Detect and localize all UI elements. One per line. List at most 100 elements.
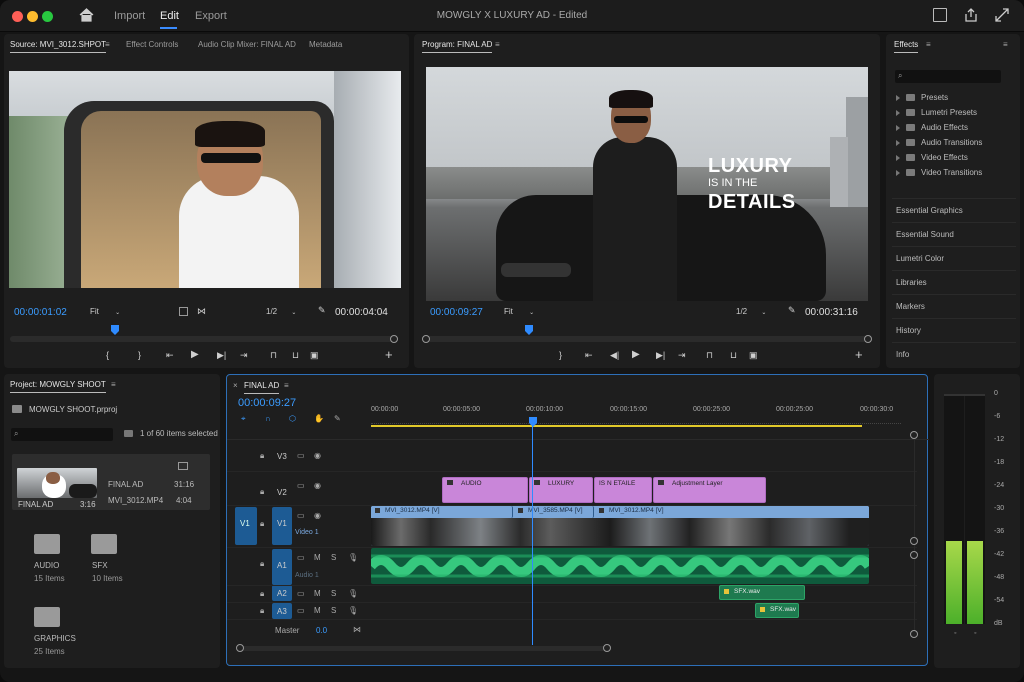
fullscreen-icon[interactable] <box>995 8 1009 22</box>
solo-button[interactable]: S <box>331 606 336 615</box>
program-fit-select[interactable]: Fit ⌄ <box>504 307 534 316</box>
close-sequence-icon[interactable]: × <box>233 381 238 390</box>
audio-bin-icon[interactable] <box>34 534 60 554</box>
timeline-timecode[interactable]: 00:00:09:27 <box>238 397 296 409</box>
tab-program[interactable]: Program: FINAL AD <box>422 40 493 53</box>
lock-icon[interactable]: 🔒︎ <box>260 606 264 616</box>
v1-clip-2[interactable]: MVI_3585.MP4 [V] <box>514 506 594 518</box>
section-lumetri-color[interactable]: Lumetri Color <box>892 247 1016 271</box>
source-zoom-handle[interactable] <box>390 335 398 343</box>
step-forward-icon[interactable]: ▶| <box>217 350 226 361</box>
v2-clip-luxury[interactable]: LUXURY <box>529 477 593 503</box>
effects-folder-presets[interactable]: Presets <box>896 90 1014 105</box>
a3-sfx-clip[interactable]: SFX.wav <box>755 603 799 618</box>
lift-icon[interactable]: ⊓ <box>706 350 713 361</box>
mute-button[interactable]: M <box>314 606 321 615</box>
insert-button-icon[interactable]: ⊓ <box>270 350 277 361</box>
play-icon[interactable]: ▶ <box>632 349 640 360</box>
vscroll-handle-mid2[interactable] <box>910 551 918 559</box>
tab-metadata[interactable]: Metadata <box>309 40 342 49</box>
timeline-ruler[interactable]: 00:00:00 00:00:05:00 00:00:10:00 00:00:1… <box>371 406 901 418</box>
section-history[interactable]: History <box>892 319 1016 343</box>
track-v2-label[interactable]: V2 <box>277 488 287 497</box>
program-video-frame[interactable]: LUXURY IS IN THE DETAILS <box>426 67 868 301</box>
safe-margins-icon[interactable] <box>179 307 188 316</box>
add-button-icon[interactable]: + <box>385 347 393 362</box>
item-final-ad-name[interactable]: FINAL AD <box>108 480 143 489</box>
vertical-scrollbar[interactable] <box>914 435 915 635</box>
lock-icon[interactable]: 🔒︎ <box>260 451 264 461</box>
meter-solo-left[interactable]: ◦ <box>954 630 956 637</box>
microphone-icon[interactable]: 🎙︎ <box>348 606 358 615</box>
hscroll-handle-right[interactable] <box>603 644 611 652</box>
source-fit-select[interactable]: Fit ⌄ <box>90 307 120 316</box>
tab-effect-controls[interactable]: Effect Controls <box>126 40 178 49</box>
toggle-sync-icon[interactable]: ▭ <box>297 606 305 615</box>
hand-tool-icon[interactable]: ✋ <box>314 414 324 423</box>
mark-in-icon[interactable]: { <box>106 350 109 360</box>
master-volume[interactable]: 0.0 <box>316 626 327 635</box>
step-back-icon[interactable]: ◀| <box>610 350 619 361</box>
tab-audio-clip-mixer[interactable]: Audio Clip Mixer: FINAL AD <box>198 40 296 49</box>
go-to-in-icon[interactable]: ⇤ <box>585 350 593 361</box>
final-ad-thumbnail[interactable] <box>17 468 97 498</box>
track-v3-label[interactable]: V3 <box>277 452 287 461</box>
wrench-icon[interactable]: ✎ <box>334 414 341 423</box>
program-timecode[interactable]: 00:00:09:27 <box>430 307 483 318</box>
horizontal-scrollbar[interactable] <box>239 646 609 651</box>
panel-menu-icon[interactable]: ≡ <box>105 40 110 49</box>
tab-effects[interactable]: Effects <box>894 40 919 53</box>
export-frame-icon[interactable]: ▣ <box>749 350 758 361</box>
quick-export-icon[interactable] <box>933 8 947 22</box>
vscroll-handle-bottom[interactable] <box>910 630 918 638</box>
source-video-frame[interactable] <box>9 71 401 288</box>
v2-clip-details[interactable]: IS N ETAILE <box>594 477 652 503</box>
bin-graphics-name[interactable]: GRAPHICS <box>34 634 76 643</box>
insert-icon[interactable]: ⋈ <box>197 306 206 317</box>
mark-out-icon[interactable]: } <box>138 350 141 360</box>
panel-menu-icon[interactable]: ≡ <box>495 40 500 49</box>
v1-clip-1[interactable]: MVI_3012.MP4 [V] <box>371 506 513 518</box>
section-essential-graphics[interactable]: Essential Graphics <box>892 199 1016 223</box>
effects-folder-lumetri-presets[interactable]: Lumetri Presets <box>896 105 1014 120</box>
add-marker-icon[interactable]: ⬡ <box>289 414 296 423</box>
tab-final-ad-sequence[interactable]: FINAL AD <box>244 381 280 394</box>
a2-sfx-clip[interactable]: SFX.wav <box>719 585 805 600</box>
play-icon[interactable]: ▶ <box>191 349 199 360</box>
graphics-bin-icon[interactable] <box>34 607 60 627</box>
eye-icon[interactable]: ◉ <box>314 511 321 520</box>
hscroll-handle-left[interactable] <box>236 644 244 652</box>
vscroll-handle-top[interactable] <box>910 431 918 439</box>
meter-solo-right[interactable]: ◦ <box>974 630 976 637</box>
go-to-out-icon[interactable]: ⇥ <box>678 350 686 361</box>
eye-icon[interactable]: ◉ <box>314 481 321 490</box>
source-resolution-select[interactable]: 1/2 ⌄ <box>266 307 296 316</box>
effects-search-input[interactable]: ⌕ <box>895 70 1001 83</box>
share-icon[interactable] <box>964 8 978 22</box>
project-search-input[interactable]: ⌕ <box>11 428 113 441</box>
linked-selection-icon[interactable]: ∩ <box>265 414 271 423</box>
tab-source[interactable]: Source: MVI_3012.SHPOT <box>10 40 107 53</box>
mark-in-icon[interactable]: } <box>559 350 562 360</box>
panel-menu-icon[interactable]: ≡ <box>111 380 116 389</box>
program-zoom-handle-right[interactable] <box>864 335 872 343</box>
panel-menu-icon[interactable]: ≡ <box>284 381 289 390</box>
v2-clip-audio[interactable]: AUDIO <box>442 477 528 503</box>
lock-icon[interactable]: 🔒︎ <box>260 519 264 529</box>
toggle-sync-icon[interactable]: ▭ <box>297 481 305 490</box>
sfx-bin-icon[interactable] <box>91 534 117 554</box>
effects-menu-icon[interactable]: ≡ <box>1003 40 1008 49</box>
section-libraries[interactable]: Libraries <box>892 271 1016 295</box>
source-timecode[interactable]: 00:00:01:02 <box>14 307 67 318</box>
bin-sfx-name[interactable]: SFX <box>92 561 108 570</box>
vscroll-handle-mid[interactable] <box>910 537 918 545</box>
v2-clip-adjustment-layer[interactable]: Adjustment Layer <box>653 477 766 503</box>
step-back-icon[interactable]: ⇤ <box>166 350 174 361</box>
lock-icon[interactable]: 🔒︎ <box>260 487 264 497</box>
source-scrub-bar[interactable] <box>10 336 398 342</box>
item-mvi-3012-name[interactable]: MVI_3012.MP4 <box>108 496 163 505</box>
microphone-icon[interactable]: 🎙︎ <box>348 589 358 598</box>
lock-icon[interactable]: 🔒︎ <box>260 559 264 569</box>
go-to-out-icon[interactable]: ⇥ <box>240 350 248 361</box>
wrench-icon[interactable]: ✎ <box>318 305 326 316</box>
